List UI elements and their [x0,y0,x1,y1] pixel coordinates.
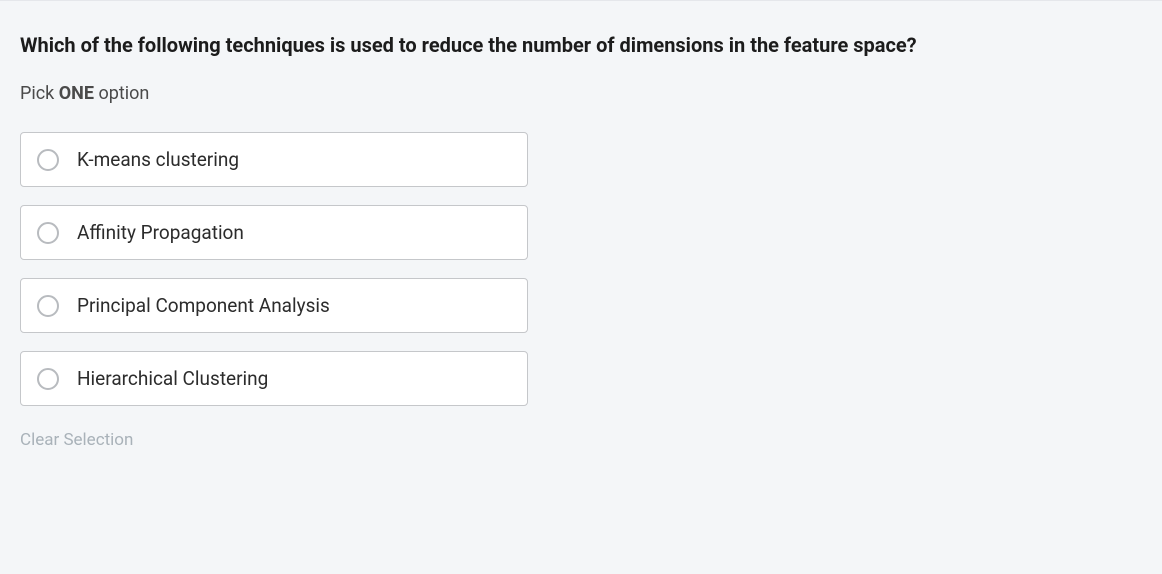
options-list: K-means clustering Affinity Propagation … [20,132,528,406]
question-text: Which of the following techniques is use… [20,31,1142,59]
option-hierarchical[interactable]: Hierarchical Clustering [20,351,528,406]
option-pca[interactable]: Principal Component Analysis [20,278,528,333]
option-label: Affinity Propagation [77,221,244,244]
instruction-text: Pick ONE option [20,83,1142,104]
option-label: K-means clustering [77,148,239,171]
option-kmeans[interactable]: K-means clustering [20,132,528,187]
instruction-bold: ONE [59,83,94,104]
option-label: Hierarchical Clustering [77,367,268,390]
clear-selection-button[interactable]: Clear Selection [20,430,133,450]
instruction-suffix: option [94,83,149,104]
radio-icon [37,149,59,171]
option-affinity[interactable]: Affinity Propagation [20,205,528,260]
radio-icon [37,368,59,390]
radio-icon [37,295,59,317]
option-label: Principal Component Analysis [77,294,330,317]
radio-icon [37,222,59,244]
question-container: Which of the following techniques is use… [0,0,1162,466]
instruction-prefix: Pick [20,83,59,104]
